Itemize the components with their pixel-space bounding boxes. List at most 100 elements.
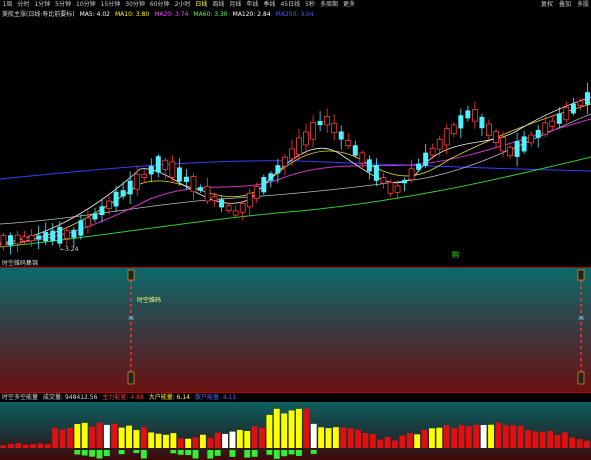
energy-bar	[126, 425, 132, 448]
candle-body	[190, 176, 197, 193]
energy-bar	[81, 422, 88, 448]
tab-timeframe-2[interactable]: 1分钟	[32, 0, 53, 10]
candle-body	[380, 177, 387, 184]
energy-bar-negative	[133, 450, 140, 454]
energy-bar	[199, 434, 206, 448]
tab-timeframe-10[interactable]: 周线	[210, 0, 227, 10]
candle-body	[232, 210, 239, 216]
candle-body	[549, 120, 556, 127]
candle-body	[120, 190, 126, 197]
candle-body	[183, 176, 189, 182]
candle-body	[387, 181, 394, 194]
tab-timeframe-16[interactable]: 多周期	[317, 0, 340, 10]
energy-bar	[22, 444, 29, 448]
candle-body	[57, 226, 63, 244]
low-price-label: ←3.24	[60, 246, 79, 253]
multi-stock-button[interactable]: 多股	[577, 0, 589, 10]
energy-bar	[510, 425, 517, 448]
signal-panel[interactable]: ж 时空维码 ж	[0, 268, 591, 392]
candle-body	[507, 146, 513, 157]
volume-value: 成交量: 948412.56	[43, 394, 98, 401]
energy-bar	[547, 430, 554, 448]
candle-body	[0, 235, 7, 247]
candle-body	[521, 136, 527, 152]
candle-body	[148, 165, 154, 175]
candle-body	[436, 138, 443, 150]
tab-timeframe-12[interactable]: 年线	[244, 0, 261, 10]
energy-bar-negative	[185, 450, 192, 456]
bottom-panel-title-row: 时空多空能量 成交量: 948412.56 主力能量: 4.88 大户能量: 6…	[2, 393, 236, 402]
candle-body	[198, 187, 203, 191]
energy-bar	[436, 427, 443, 448]
candle-body	[21, 236, 28, 242]
candle-body	[429, 147, 436, 156]
energy-histogram[interactable]	[0, 402, 591, 460]
ma250-label: MA250: 3.04	[275, 11, 314, 18]
indicator-title[interactable]: 美航主涨(日线·寿比前要标)	[2, 10, 75, 19]
tab-timeframe-1[interactable]: 分时	[15, 0, 32, 10]
energy-bar	[140, 427, 147, 448]
bottom-panel-title[interactable]: 时空多空能量	[2, 393, 38, 402]
energy-bar-negative	[288, 450, 295, 455]
energy-bar	[355, 429, 361, 448]
candle-body	[253, 186, 260, 199]
candle-body	[282, 156, 288, 167]
tab-timeframe-0[interactable]: 1周	[0, 0, 15, 10]
energy-bar	[377, 439, 384, 448]
energy-bar	[399, 435, 406, 448]
tab-timeframe-13[interactable]: 季线	[261, 0, 278, 10]
tab-timeframe-4[interactable]: 10分钟	[74, 0, 99, 10]
candle-body	[134, 173, 141, 190]
retail-energy: 散户能量: 4.11	[195, 394, 237, 401]
candle-body	[225, 205, 232, 212]
energy-bar	[7, 443, 14, 448]
fuquan-button[interactable]: 复权	[541, 0, 553, 10]
energy-bar	[52, 427, 59, 448]
energy-bar	[347, 428, 354, 448]
energy-bar-negative	[170, 450, 177, 454]
energy-bar	[362, 433, 369, 448]
energy-bar	[44, 444, 51, 448]
ma-legend: 美航主涨(日线·寿比前要标) MA5: 4.02 MA10: 3.80 MA20…	[2, 10, 314, 19]
energy-bar	[155, 433, 162, 448]
energy-bar	[236, 429, 243, 448]
tab-timeframe-17[interactable]: 更多	[340, 0, 357, 10]
candle-body	[345, 140, 352, 147]
candle-body	[458, 115, 464, 129]
tab-timeframe-8[interactable]: 2小时	[172, 0, 193, 10]
tab-timeframe-6[interactable]: 30分钟	[123, 0, 148, 10]
candle-body	[479, 116, 485, 129]
energy-bar	[495, 422, 502, 448]
middle-panel-title[interactable]: 时空维码集锦	[2, 259, 38, 268]
tab-timeframe-14[interactable]: 45日线	[278, 0, 303, 10]
energy-bar	[325, 428, 332, 448]
energy-bar-negative	[207, 450, 214, 459]
energy-bar-negative	[74, 450, 81, 455]
candlestick-chart[interactable]: ←3.24 购	[0, 19, 591, 267]
tab-timeframe-11[interactable]: 月线	[227, 0, 244, 10]
energy-bar-negative	[281, 450, 288, 457]
tab-timeframe-15[interactable]: 5秒	[303, 0, 318, 10]
energy-bar	[502, 425, 509, 448]
energy-bar-negative	[81, 450, 88, 456]
tab-timeframe-7[interactable]: 60分钟	[147, 0, 172, 10]
tab-timeframe-9[interactable]: 日线	[193, 0, 210, 10]
candle-body	[239, 203, 246, 213]
energy-bar	[569, 437, 576, 448]
candle-body	[514, 141, 520, 157]
candle-body	[261, 177, 267, 193]
energy-bar-negative	[177, 450, 184, 455]
overlay-button[interactable]: 叠加	[559, 0, 571, 10]
candle-body	[99, 206, 105, 216]
energy-bar-negative	[229, 450, 236, 457]
energy-bar	[15, 443, 22, 448]
candle-body	[268, 173, 274, 181]
tab-timeframe-3[interactable]: 5分钟	[53, 0, 74, 10]
energy-bar	[554, 434, 561, 448]
candle-body	[85, 217, 91, 227]
candle-body	[211, 196, 218, 201]
tab-timeframe-5[interactable]: 15分钟	[98, 0, 123, 10]
candle-body	[162, 159, 169, 170]
energy-bar	[251, 426, 258, 448]
energy-bar	[229, 431, 236, 448]
